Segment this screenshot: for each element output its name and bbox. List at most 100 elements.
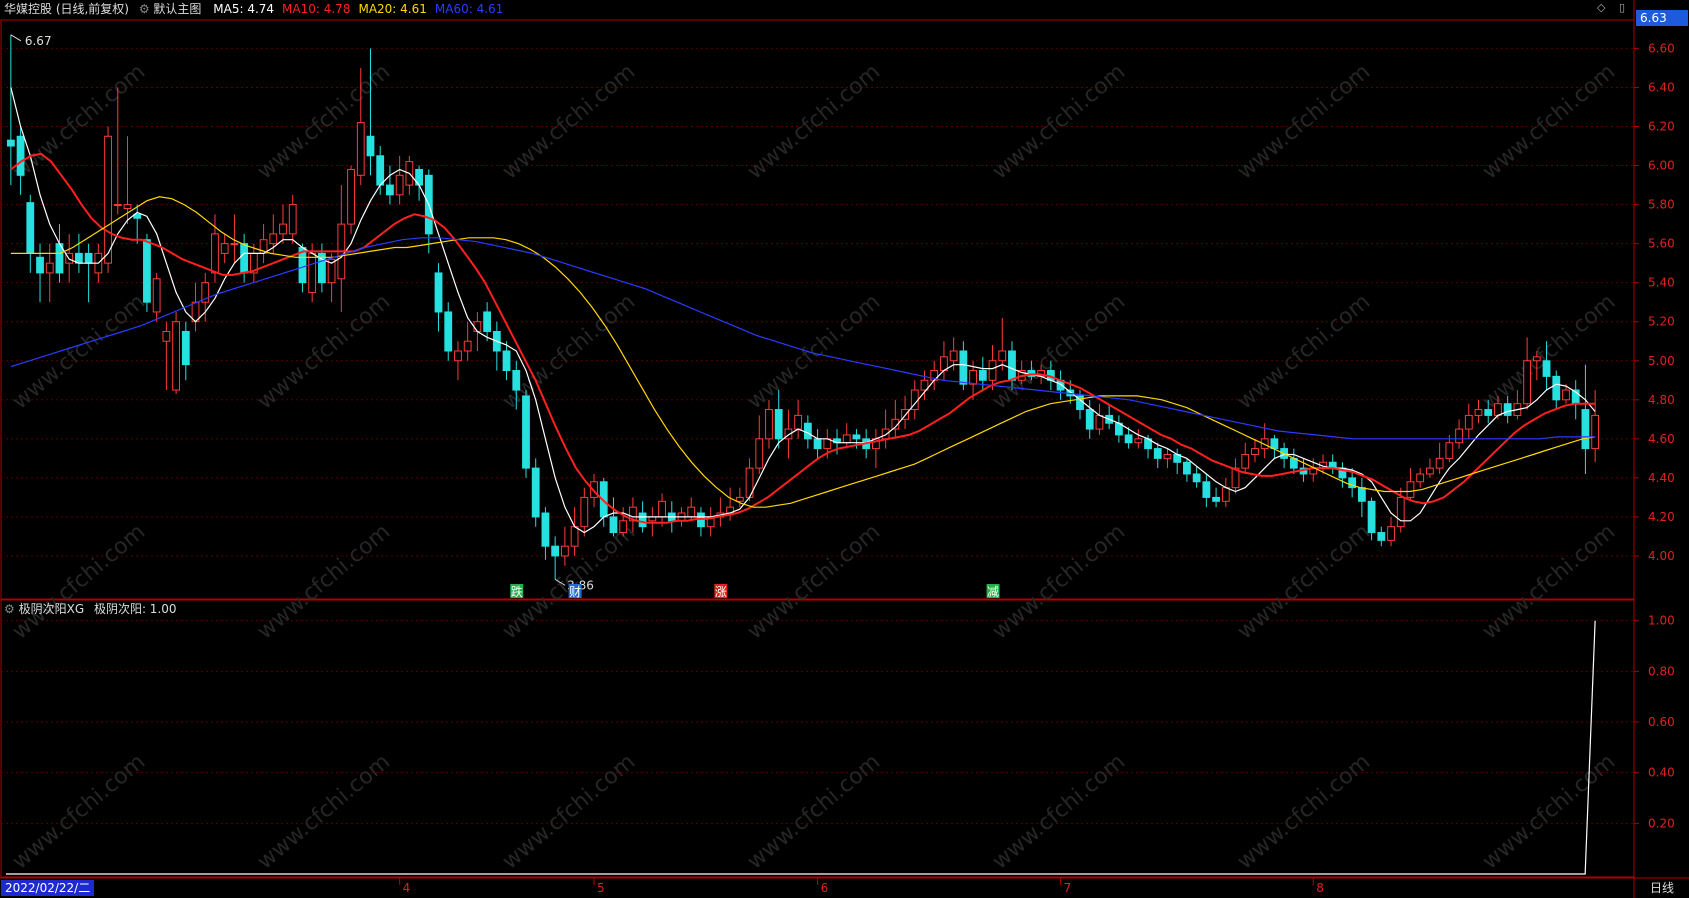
candle[interactable] (794, 399, 803, 439)
candle[interactable] (871, 429, 880, 469)
candle[interactable] (1377, 526, 1386, 547)
candle[interactable] (1202, 473, 1211, 508)
candle[interactable] (288, 194, 297, 244)
candle[interactable] (1591, 390, 1600, 463)
candle[interactable] (1406, 468, 1415, 502)
candle[interactable] (36, 243, 44, 303)
candle[interactable] (1338, 462, 1347, 488)
candle[interactable] (1251, 438, 1259, 463)
candle[interactable] (220, 233, 229, 264)
candle[interactable] (1134, 429, 1143, 449)
candle[interactable] (1387, 516, 1395, 547)
candle[interactable] (609, 497, 618, 537)
candle[interactable] (84, 243, 93, 303)
candle[interactable] (697, 507, 705, 537)
candle[interactable] (522, 390, 530, 478)
candle[interactable] (716, 497, 725, 527)
candle[interactable] (910, 380, 919, 420)
candle[interactable] (706, 507, 715, 537)
candle[interactable] (376, 146, 385, 195)
candle[interactable] (386, 165, 394, 205)
candle[interactable] (249, 243, 258, 283)
candle[interactable] (531, 458, 540, 527)
panel-toggle-icon[interactable]: ▯ (1619, 1, 1625, 14)
candle[interactable] (1163, 448, 1172, 469)
diamond-icon[interactable]: ◇ (1597, 1, 1605, 14)
candle[interactable] (1212, 487, 1220, 508)
candle[interactable] (541, 507, 550, 560)
candle[interactable] (152, 272, 161, 322)
candle[interactable] (240, 233, 249, 283)
candle[interactable] (463, 321, 472, 361)
candle[interactable] (1056, 370, 1065, 400)
candle[interactable] (658, 493, 666, 527)
candle[interactable] (191, 282, 200, 332)
candle[interactable] (1270, 434, 1279, 459)
candle[interactable] (745, 458, 754, 502)
candle[interactable] (1455, 419, 1463, 449)
candle[interactable] (619, 507, 628, 537)
candle[interactable] (181, 321, 190, 381)
candle[interactable] (1153, 442, 1162, 469)
candle[interactable] (347, 165, 355, 234)
candle[interactable] (1464, 403, 1473, 439)
candle[interactable] (755, 415, 764, 474)
candle[interactable] (1581, 364, 1590, 474)
candle[interactable] (279, 204, 287, 244)
candle[interactable] (891, 399, 900, 439)
candle[interactable] (1571, 380, 1580, 420)
candle[interactable] (1221, 477, 1230, 508)
main-chart-label[interactable]: 默认主图 (153, 2, 201, 16)
candle[interactable] (162, 321, 171, 391)
candle[interactable] (1328, 454, 1337, 474)
candle[interactable] (940, 341, 948, 381)
indicator-menu-icon[interactable]: ⚙ (4, 602, 15, 616)
event-tag[interactable]: 涨 (714, 584, 728, 599)
candle[interactable] (454, 341, 462, 381)
candle[interactable] (74, 233, 83, 273)
candle[interactable] (1435, 442, 1444, 474)
candle[interactable] (881, 409, 890, 449)
candle[interactable] (1552, 370, 1561, 410)
stock-title[interactable]: 华媒控股 (日线,前复权) (4, 2, 129, 16)
candle[interactable] (26, 194, 35, 273)
candle[interactable] (648, 507, 657, 537)
candle[interactable] (444, 302, 453, 361)
candle[interactable] (1416, 468, 1425, 488)
indicator-title[interactable]: 极阴次阳XG (19, 602, 85, 616)
candle[interactable] (133, 204, 142, 244)
candle[interactable] (1289, 448, 1298, 474)
candle[interactable] (143, 233, 151, 312)
candle[interactable] (1426, 458, 1434, 478)
candle[interactable] (327, 253, 336, 303)
stock-chart-window[interactable]: www.cfchi.com www.cfchi.com www.cfchi.com w… (0, 0, 1689, 898)
candle[interactable] (1183, 458, 1191, 482)
event-tag[interactable]: 减 (986, 584, 1000, 599)
candle[interactable] (395, 155, 404, 205)
candle[interactable] (551, 536, 560, 580)
period-button[interactable]: 日线 (1636, 880, 1688, 896)
candle[interactable] (1523, 337, 1532, 410)
candle[interactable] (172, 311, 180, 394)
event-tag[interactable]: 财 (568, 584, 582, 599)
candle[interactable] (337, 185, 346, 312)
kline-chart[interactable]: www.cfchi.com www.cfchi.com www.cfchi.com w… (0, 0, 1689, 898)
event-tag[interactable]: 跌 (510, 584, 524, 599)
candle[interactable] (813, 429, 822, 459)
candle[interactable] (570, 507, 579, 556)
candle[interactable] (930, 360, 939, 391)
candle[interactable] (1192, 466, 1201, 488)
candle[interactable] (842, 423, 851, 449)
candle[interactable] (580, 487, 589, 537)
candle[interactable] (998, 317, 1007, 371)
candle[interactable] (1357, 477, 1366, 517)
candle[interactable] (104, 126, 112, 273)
candle[interactable] (1105, 403, 1114, 430)
candle[interactable] (259, 224, 268, 264)
candle[interactable] (1241, 442, 1250, 474)
candle[interactable] (1095, 403, 1104, 435)
settings-gear-icon[interactable]: ⚙ (139, 2, 150, 16)
candle[interactable] (1231, 458, 1240, 494)
candle[interactable] (492, 321, 501, 371)
candle[interactable] (45, 243, 54, 303)
